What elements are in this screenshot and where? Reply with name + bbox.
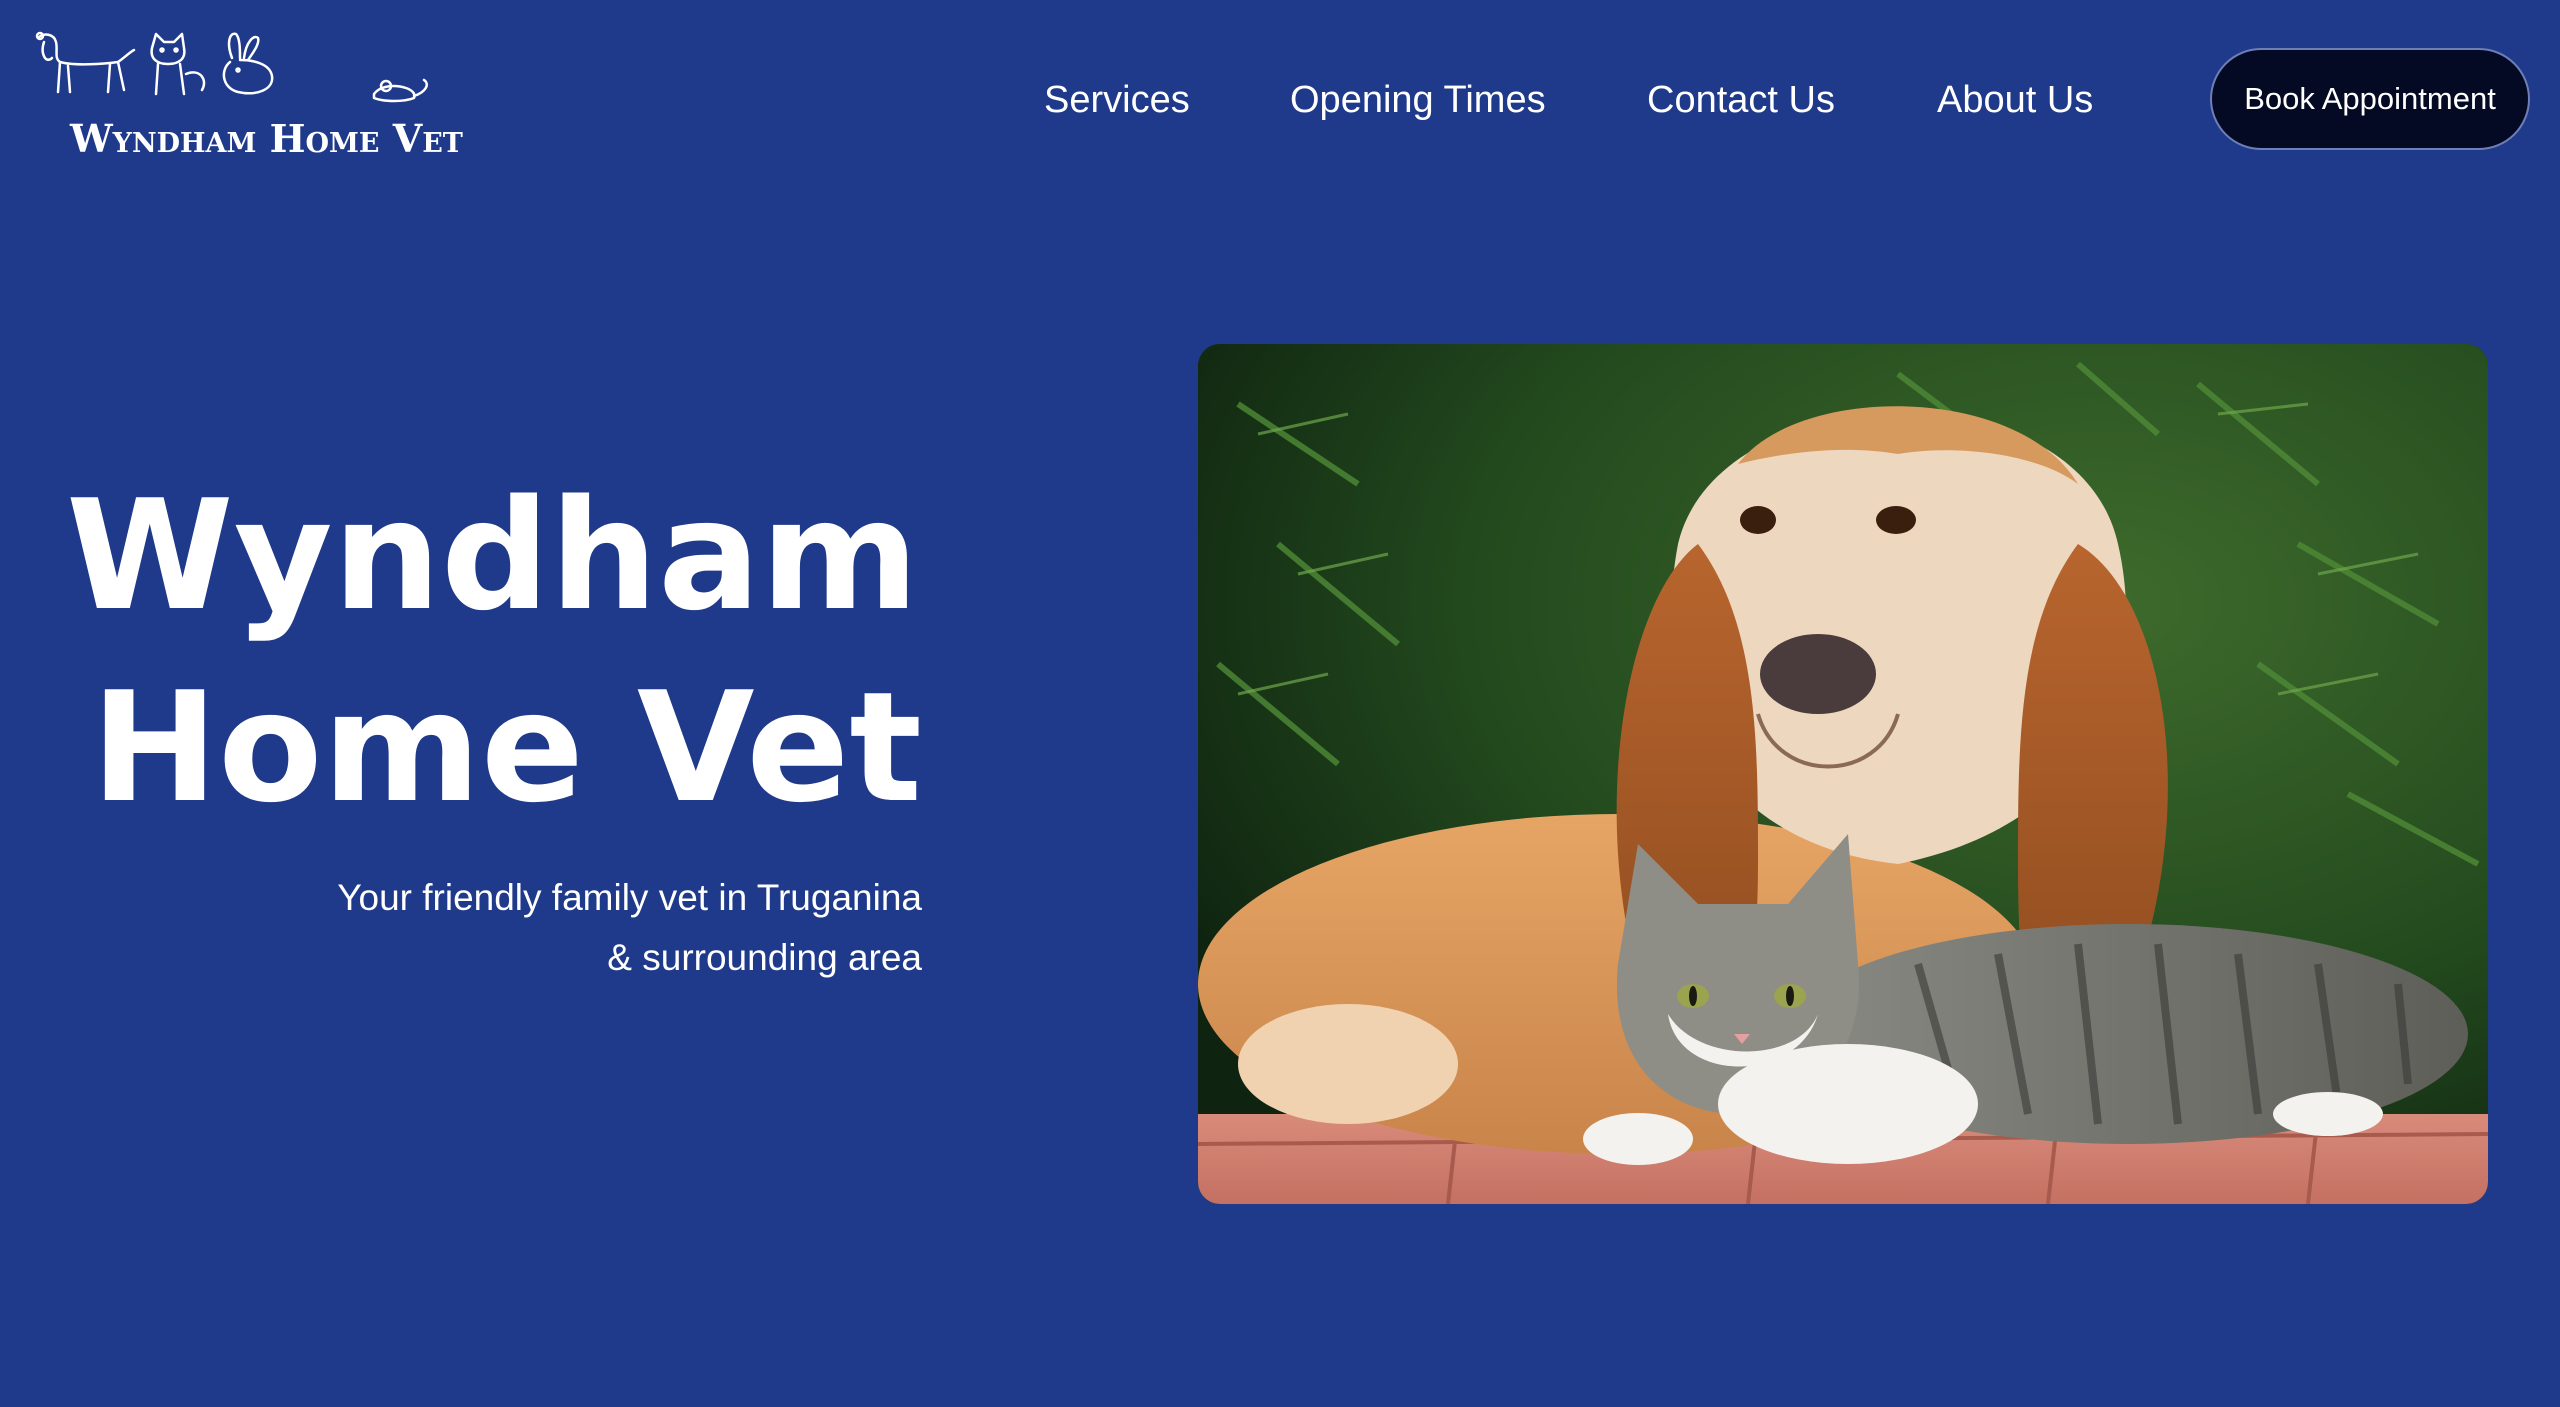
pets-outline-icon xyxy=(35,31,428,103)
dog-and-cat-photo xyxy=(1198,344,2488,1204)
logo[interactable]: Wyndham Home Vet xyxy=(34,28,463,161)
page: Wyndham Home Vet Services Opening Times … xyxy=(0,0,2560,1407)
hero-title: Wyndham Home Vet xyxy=(0,460,922,844)
nav-services[interactable]: Services xyxy=(1044,72,1190,128)
nav-contact-us[interactable]: Contact Us xyxy=(1647,72,1835,128)
hero-subtitle: Your friendly family vet in Truganina & … xyxy=(200,868,922,988)
hero-subtitle-line2: & surrounding area xyxy=(607,937,922,978)
hero-title-line1: Wyndham xyxy=(66,467,919,644)
book-appointment-button[interactable]: Book Appointment xyxy=(2210,48,2530,150)
hero-title-line2: Home Vet xyxy=(90,659,922,836)
hero-subtitle-line1: Your friendly family vet in Truganina xyxy=(337,877,922,918)
site-header: Wyndham Home Vet Services Opening Times … xyxy=(0,0,2560,200)
nav-about-us[interactable]: About Us xyxy=(1937,72,2093,128)
logo-wordmark: Wyndham Home Vet xyxy=(70,116,463,161)
hero-photo xyxy=(1198,344,2488,1204)
nav-opening-times[interactable]: Opening Times xyxy=(1290,72,1546,128)
